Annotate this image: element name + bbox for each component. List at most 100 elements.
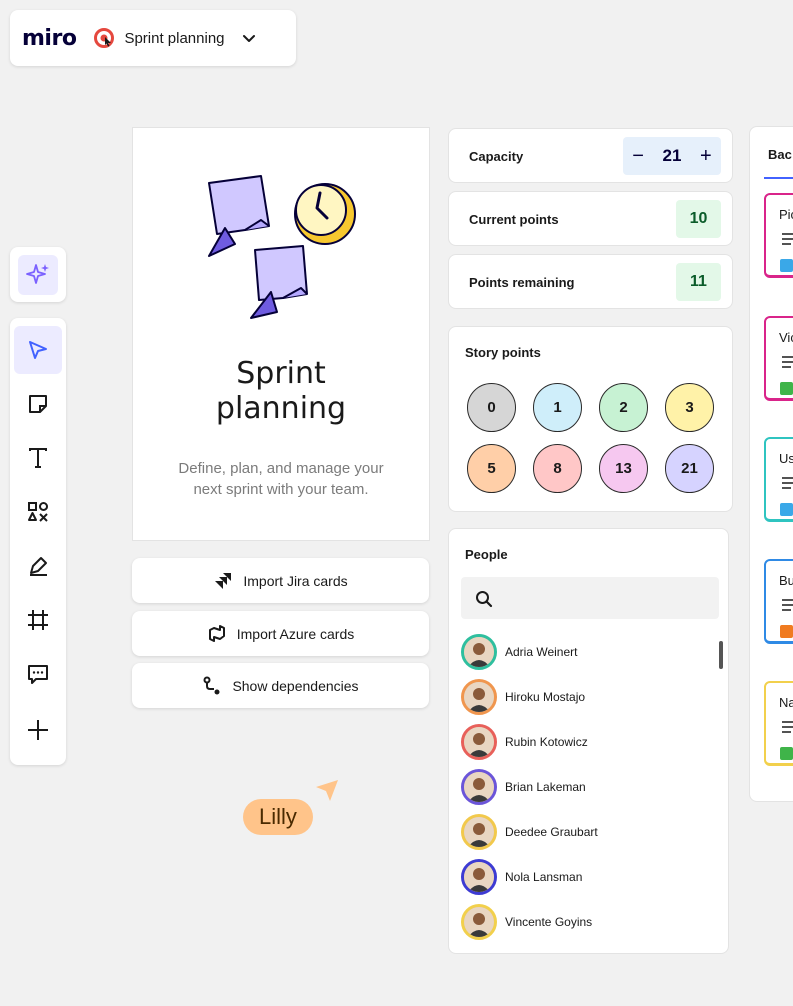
story-point-8[interactable]: 8 bbox=[533, 444, 582, 493]
person-row[interactable]: Hiroku Mostajo bbox=[461, 679, 585, 715]
backlog-title: Bac bbox=[768, 147, 792, 162]
show-dependencies-label: Show dependencies bbox=[232, 677, 359, 694]
sprint-illustration-icon bbox=[208, 175, 356, 319]
backlog-card[interactable]: Us bbox=[764, 437, 793, 522]
person-row[interactable]: Rubin Kotowicz bbox=[461, 724, 588, 760]
import-azure-button[interactable]: Import Azure cards bbox=[132, 611, 429, 656]
capacity-stepper: − 21 + bbox=[623, 137, 721, 175]
story-point-2[interactable]: 2 bbox=[599, 383, 648, 432]
miro-logo[interactable]: miro bbox=[22, 26, 77, 51]
sticky-note-tool[interactable] bbox=[14, 380, 62, 428]
chevron-down-icon[interactable] bbox=[241, 30, 257, 46]
backlog-card-title: Pic bbox=[779, 207, 793, 222]
template-title-line2: planning bbox=[215, 391, 347, 426]
issue-type-icon bbox=[780, 625, 793, 638]
story-points-label: Story points bbox=[465, 345, 541, 360]
story-point-1[interactable]: 1 bbox=[533, 383, 582, 432]
person-row[interactable]: Nola Lansman bbox=[461, 859, 582, 895]
import-azure-label: Import Azure cards bbox=[236, 625, 355, 642]
people-scrollbar[interactable] bbox=[719, 641, 723, 669]
person-name: Nola Lansman bbox=[505, 870, 583, 884]
backlog-card-title: Na bbox=[779, 695, 793, 710]
add-icon bbox=[28, 720, 48, 740]
story-points-card: Story points 0 1 2 3 5 8 13 21 bbox=[448, 326, 733, 512]
description-icon bbox=[782, 356, 793, 368]
text-icon bbox=[29, 448, 47, 468]
description-icon bbox=[782, 233, 793, 245]
issue-type-icon bbox=[780, 503, 793, 516]
story-point-21[interactable]: 21 bbox=[665, 444, 714, 493]
capacity-value[interactable]: 21 bbox=[663, 146, 682, 166]
template-description-line1: Define, plan, and manage your bbox=[178, 460, 384, 477]
text-tool[interactable] bbox=[14, 434, 62, 482]
import-jira-button[interactable]: Import Jira cards bbox=[132, 558, 429, 603]
capacity-decrease-button[interactable]: − bbox=[632, 145, 644, 168]
points-remaining-label: Points remaining bbox=[469, 275, 575, 290]
backlog-card[interactable]: Pic bbox=[764, 193, 793, 278]
select-tool[interactable] bbox=[14, 326, 62, 374]
avatar bbox=[461, 634, 497, 670]
person-row[interactable]: Adria Weinert bbox=[461, 634, 577, 670]
template-description-line2: next sprint with your team. bbox=[193, 481, 369, 498]
import-jira-label: Import Jira cards bbox=[243, 572, 348, 589]
person-row[interactable]: Vincente Goyins bbox=[461, 904, 592, 940]
collaborator-name-label: Lilly bbox=[243, 799, 313, 835]
person-row[interactable]: Deedee Graubart bbox=[461, 814, 598, 850]
story-point-5[interactable]: 5 bbox=[467, 444, 516, 493]
avatar bbox=[461, 859, 497, 895]
issue-type-icon bbox=[780, 259, 793, 272]
people-card: People Adria Weinert Hiroku Mostajo Rubin … bbox=[448, 528, 729, 954]
comment-tool[interactable] bbox=[14, 650, 62, 698]
backlog-card[interactable]: Na bbox=[764, 681, 793, 766]
frame-icon bbox=[28, 610, 48, 630]
pen-tool[interactable] bbox=[14, 542, 62, 590]
show-dependencies-button[interactable]: Show dependencies bbox=[132, 663, 429, 708]
issue-type-icon bbox=[780, 382, 793, 395]
current-points-value: 10 bbox=[676, 200, 721, 238]
description-icon bbox=[782, 477, 793, 489]
issue-type-icon bbox=[780, 747, 793, 760]
collaborator-cursor-icon bbox=[316, 780, 338, 801]
description-icon bbox=[782, 721, 793, 733]
description-icon bbox=[782, 599, 793, 611]
people-label: People bbox=[465, 547, 508, 562]
board-header: miro Sprint planning bbox=[10, 10, 296, 66]
add-tool[interactable] bbox=[14, 706, 62, 754]
board-title[interactable]: Sprint planning bbox=[124, 30, 224, 47]
story-point-13[interactable]: 13 bbox=[599, 444, 648, 493]
avatar bbox=[461, 814, 497, 850]
people-search-input[interactable] bbox=[461, 577, 719, 619]
backlog-tab-underline bbox=[764, 177, 793, 179]
person-name: Brian Lakeman bbox=[505, 780, 586, 794]
current-points-card: Current points 10 bbox=[448, 191, 733, 246]
capacity-label: Capacity bbox=[469, 149, 524, 164]
pen-icon bbox=[30, 557, 47, 576]
avatar bbox=[461, 769, 497, 805]
backlog-card[interactable]: Vic bbox=[764, 316, 793, 401]
capacity-increase-button[interactable]: + bbox=[700, 145, 712, 168]
backlog-card-title: Us bbox=[779, 451, 793, 466]
azure-devops-icon bbox=[208, 624, 225, 642]
search-icon bbox=[476, 591, 493, 608]
ai-assist-button[interactable] bbox=[18, 254, 58, 295]
backlog-card-title: Vic bbox=[779, 330, 793, 345]
person-row[interactable]: Brian Lakeman bbox=[461, 769, 586, 805]
shapes-tool[interactable] bbox=[14, 488, 62, 536]
frame-tool[interactable] bbox=[14, 596, 62, 644]
story-point-0[interactable]: 0 bbox=[467, 383, 516, 432]
story-point-3[interactable]: 3 bbox=[665, 383, 714, 432]
main-toolbar bbox=[10, 318, 66, 765]
capacity-card: Capacity − 21 + bbox=[448, 128, 733, 183]
backlog-card[interactable]: Bu bbox=[764, 559, 793, 644]
person-name: Rubin Kotowicz bbox=[505, 735, 588, 749]
dependencies-icon bbox=[203, 676, 220, 694]
template-title-line1: Sprint bbox=[236, 356, 326, 391]
sprint-template-card: Sprint planning Define, plan, and manage… bbox=[132, 127, 430, 541]
backlog-panel: Bac Pic Vic Us Bu Na bbox=[749, 126, 793, 802]
jira-icon bbox=[215, 572, 232, 589]
person-name: Hiroku Mostajo bbox=[505, 690, 586, 704]
avatar bbox=[461, 904, 497, 940]
avatar bbox=[461, 724, 497, 760]
comment-icon bbox=[28, 665, 48, 684]
ai-toolbar bbox=[10, 247, 66, 302]
